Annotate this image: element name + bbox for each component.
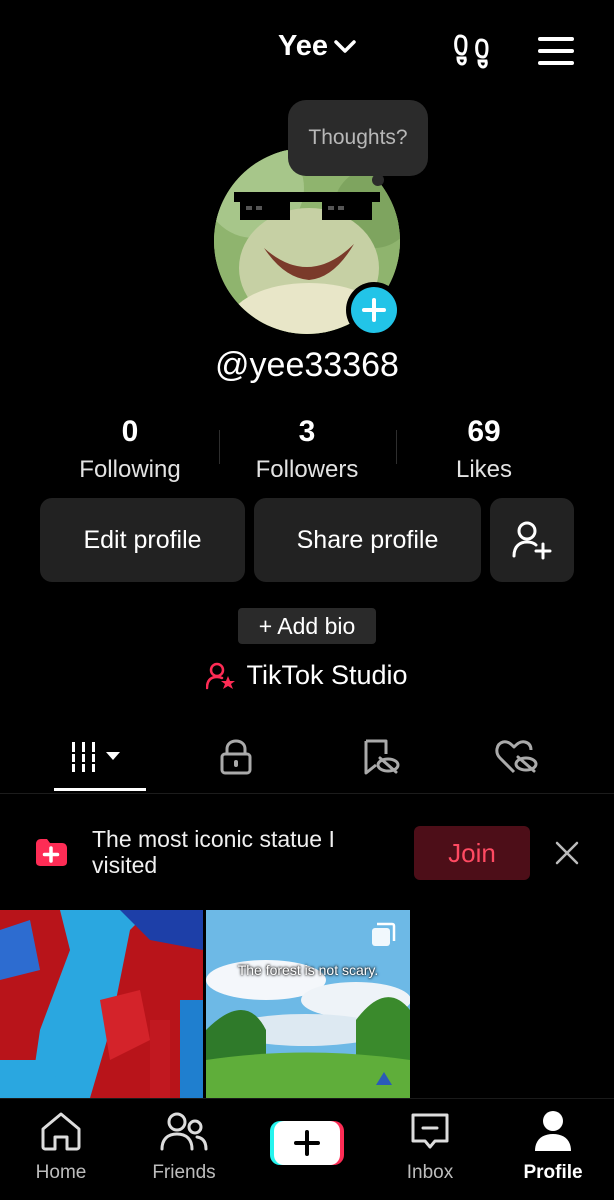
active-tab-indicator (54, 788, 146, 791)
top-bar: Yee (0, 0, 614, 100)
stat-label: Followers (255, 456, 359, 483)
thoughts-bubble[interactable]: Thoughts? (288, 100, 428, 176)
nav-label: Home (35, 1162, 87, 1183)
edit-profile-button[interactable]: Edit profile (40, 498, 245, 582)
stat-label: Likes (455, 456, 513, 483)
bookmark-hidden-icon (364, 739, 400, 775)
stat-divider (396, 430, 397, 464)
creator-star-icon (206, 662, 236, 689)
stat-value: 3 (298, 415, 316, 448)
nav-inbox[interactable]: Inbox (380, 1109, 480, 1184)
nav-profile[interactable]: Profile (503, 1109, 603, 1184)
chevron-down-icon (334, 39, 356, 53)
nav-label: Profile (523, 1162, 583, 1183)
stat-likes[interactable]: 69 Likes (396, 412, 572, 488)
tab-liked[interactable] (470, 722, 562, 792)
add-friend-button[interactable] (490, 498, 574, 582)
video-thumbnail[interactable]: The forest is not scary. (206, 910, 410, 1098)
content-tabs (0, 722, 614, 794)
stat-value: 0 (121, 415, 139, 448)
collection-plus-icon (36, 839, 67, 866)
add-bio-button[interactable]: + Add bio (238, 608, 376, 644)
tiktok-studio-link[interactable]: TikTok Studio (0, 660, 614, 691)
grid-videos-icon (72, 742, 120, 772)
video-thumbnail[interactable] (0, 910, 203, 1098)
nav-label: Inbox (406, 1162, 454, 1183)
nav-label: Friends (152, 1162, 216, 1183)
bottom-navigation: Home Friends Inbox Profile (0, 1098, 614, 1200)
share-profile-button[interactable]: Share profile (254, 498, 481, 582)
profile-stats: 0 Following 3 Followers 69 Likes (0, 412, 614, 492)
join-button[interactable]: Join (414, 826, 530, 880)
nav-home[interactable]: Home (11, 1109, 111, 1184)
create-plus-icon[interactable] (270, 1121, 344, 1165)
add-avatar-button[interactable] (346, 282, 402, 338)
account-switcher[interactable]: Yee (278, 30, 356, 63)
thoughts-bubble-tail (372, 174, 384, 186)
promo-banner[interactable]: The most iconic statue I visited Join (0, 812, 614, 896)
tab-private[interactable] (190, 722, 282, 792)
close-icon[interactable] (552, 838, 582, 868)
stat-value: 69 (467, 415, 501, 448)
profile-icon (535, 1111, 571, 1151)
video-caption: The forest is not scary. (237, 962, 379, 978)
stat-following[interactable]: 0 Following (42, 412, 218, 488)
tiktok-studio-label: TikTok Studio (246, 660, 408, 690)
stat-divider (219, 430, 220, 464)
add-user-icon (512, 521, 552, 560)
tab-videos[interactable] (54, 722, 146, 792)
tab-saved[interactable] (334, 722, 426, 792)
lock-icon (220, 739, 252, 775)
stat-label: Following (79, 456, 181, 483)
friends-icon (160, 1112, 208, 1151)
plus-icon (362, 298, 386, 322)
heart-hidden-icon (495, 740, 538, 774)
multi-photo-icon (372, 922, 396, 946)
video-thumbnail-image (0, 910, 203, 1098)
stat-followers[interactable]: 3 Followers (219, 412, 395, 488)
inbox-icon (411, 1113, 449, 1149)
footprint-icon[interactable] (452, 30, 492, 70)
hamburger-menu-icon[interactable] (536, 34, 576, 68)
home-icon (41, 1112, 81, 1151)
profile-handle: @yee33368 (215, 346, 399, 384)
nav-friends[interactable]: Friends (134, 1109, 234, 1184)
promo-text: The most iconic statue I visited (92, 826, 335, 878)
account-name: Yee (278, 30, 328, 62)
